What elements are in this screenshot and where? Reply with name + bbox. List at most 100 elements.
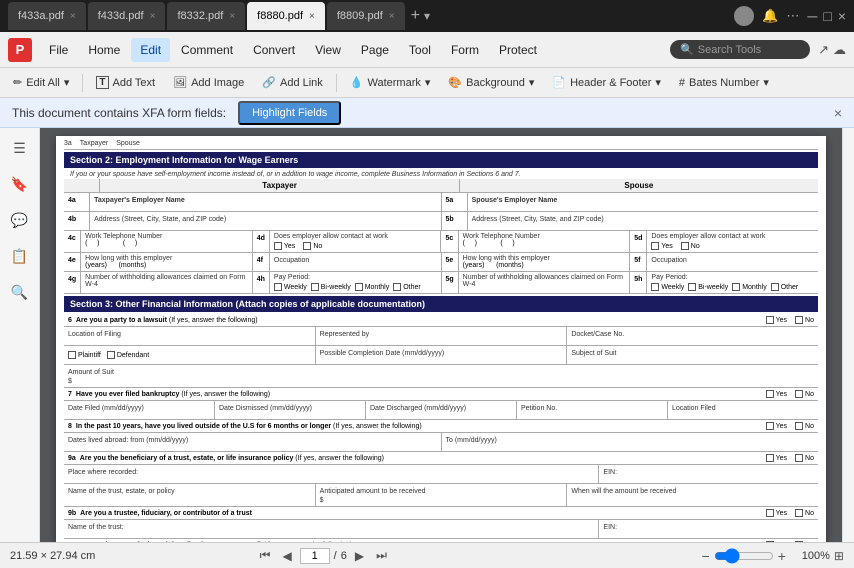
5d-yes[interactable]: Yes [651,242,672,250]
tab-f8880[interactable]: f8880.pdf × [247,2,325,30]
menu-form[interactable]: Form [442,38,488,62]
first-page-button[interactable]: ⏮ [256,546,275,565]
close-button[interactable]: × [838,8,846,24]
5h-other[interactable]: Other [771,283,799,291]
tab-overflow-button[interactable]: ▾ [424,9,430,23]
add-text-icon: T [96,76,108,89]
5h-monthly[interactable]: Monthly [732,283,767,291]
tab-f8332[interactable]: f8332.pdf × [167,2,245,30]
bates-number-button[interactable]: # Bates Number ▾ [672,73,776,92]
row-6-question: 6 Are you a party to a lawsuit (If yes, … [64,314,818,326]
7-yes[interactable]: Yes [766,390,787,398]
page-separator: / [334,550,337,562]
prev-page-button[interactable]: ◀ [278,547,295,565]
9b-yes[interactable]: Yes [766,509,787,517]
menu-protect[interactable]: Protect [490,38,546,62]
next-page-button[interactable]: ▶ [351,547,368,565]
defendant-checkbox[interactable]: Defendant [107,351,149,359]
add-tab-button[interactable]: + [411,7,420,25]
5d-no[interactable]: No [681,242,700,250]
add-text-button[interactable]: T Add Text [89,73,162,92]
4d-yes[interactable]: Yes [274,242,295,250]
cell-5e-prefix: 5e [442,253,459,271]
menu-home[interactable]: Home [79,38,129,62]
9a-yes[interactable]: Yes [766,454,787,462]
4h-weekly[interactable]: Weekly [274,283,307,291]
total-pages: 6 [341,550,347,562]
menu-convert[interactable]: Convert [244,38,304,62]
5h-weekly[interactable]: Weekly [651,283,684,291]
fit-page-button[interactable]: ⊞ [834,549,844,563]
9a-no[interactable]: No [795,454,814,462]
sidebar-comment-icon[interactable]: 💬 [8,208,32,232]
highlight-fields-button[interactable]: Highlight Fields [238,101,341,125]
10-yes[interactable]: Yes [766,541,787,542]
cell-trust-name: Name of the trust, estate, or policy [64,484,316,506]
menu-bar: P File Home Edit Comment Convert View Pa… [0,32,854,68]
cell-represented-by: Represented by [316,327,568,345]
current-page-input[interactable] [300,548,330,564]
sidebar-search-icon[interactable]: 🔍 [8,280,32,304]
5h-biweekly[interactable]: Bi-weekly [688,283,728,291]
9b-no[interactable]: No [795,509,814,517]
minimize-button[interactable]: ─ [807,8,817,24]
notification-icon[interactable]: 🔔 [762,8,778,24]
bates-number-dropdown-icon[interactable]: ▾ [763,76,769,89]
8-yes[interactable]: Yes [766,422,787,430]
share-icon[interactable]: ↗ [818,42,829,58]
edit-all-dropdown-icon[interactable]: ▾ [64,76,70,89]
row-9a-sub1: Place where recorded: EIN: [64,464,818,483]
tab-f8880-close[interactable]: × [309,11,315,22]
cell-place-recorded: Place where recorded: [64,465,599,483]
menu-view[interactable]: View [306,38,350,62]
menu-page[interactable]: Page [352,38,398,62]
row-8-sub1: Dates lived abroad: from (mm/dd/yyyy) To… [64,432,818,451]
tab-f433d[interactable]: f433d.pdf × [88,2,166,30]
4d-no[interactable]: No [303,242,322,250]
sidebar-bookmark-icon[interactable]: 🔖 [8,172,32,196]
7-no[interactable]: No [795,390,814,398]
menu-edit[interactable]: Edit [131,38,170,62]
more-options-icon[interactable]: ⋯ [786,8,799,24]
4h-biweekly[interactable]: Bi-weekly [311,283,351,291]
header-footer-button[interactable]: 📄 Header & Footer ▾ [545,73,668,92]
menu-file[interactable]: File [40,38,77,62]
background-dropdown-icon[interactable]: ▾ [529,76,535,89]
tab-f8809-close[interactable]: × [389,11,395,22]
notification-close-button[interactable]: × [834,105,842,121]
4h-monthly[interactable]: Monthly [355,283,390,291]
6-yes[interactable]: Yes [766,316,787,324]
zoom-out-button[interactable]: − [702,548,710,564]
menu-comment[interactable]: Comment [172,38,242,62]
menu-tool[interactable]: Tool [400,38,440,62]
10-no[interactable]: No [795,541,814,542]
add-link-button[interactable]: 🔗 Add Link [255,73,330,92]
zoom-in-button[interactable]: + [778,548,786,564]
background-button[interactable]: 🎨 Background ▾ [441,73,541,92]
cell-5c: Work Telephone Number ( ) ( ) [459,231,631,252]
8-no[interactable]: No [795,422,814,430]
last-page-button[interactable]: ⏭ [372,546,391,565]
tab-f433a[interactable]: f433a.pdf × [8,2,86,30]
plaintiff-checkbox[interactable]: Plaintiff [68,351,101,359]
4h-other[interactable]: Other [393,283,421,291]
watermark-dropdown-icon[interactable]: ▾ [425,76,431,89]
header-footer-dropdown-icon[interactable]: ▾ [655,76,661,89]
zoom-slider[interactable] [714,548,774,564]
tab-f8332-close[interactable]: × [229,11,235,22]
sidebar-menu-icon[interactable]: ☰ [8,136,32,160]
tab-f433d-close[interactable]: × [150,11,156,22]
tab-f433a-close[interactable]: × [70,11,76,22]
header-footer-label: Header & Footer [570,77,651,89]
search-bar[interactable]: 🔍 Search Tools [670,40,810,59]
edit-all-button[interactable]: ✏ Edit All ▾ [6,73,76,92]
watermark-button[interactable]: 💧 Watermark ▾ [343,73,438,92]
cloud-icon[interactable]: ☁ [833,42,846,58]
sidebar-pages-icon[interactable]: 📋 [8,244,32,268]
add-image-button[interactable]: 🖼 Add Image [166,73,251,92]
maximize-button[interactable]: □ [823,8,831,24]
6-no[interactable]: No [795,316,814,324]
title-bar-right: 🔔 ⋯ ─ □ × [734,6,846,26]
cell-4h-prefix: 4h [253,272,270,293]
tab-f8809[interactable]: f8809.pdf × [327,2,405,30]
